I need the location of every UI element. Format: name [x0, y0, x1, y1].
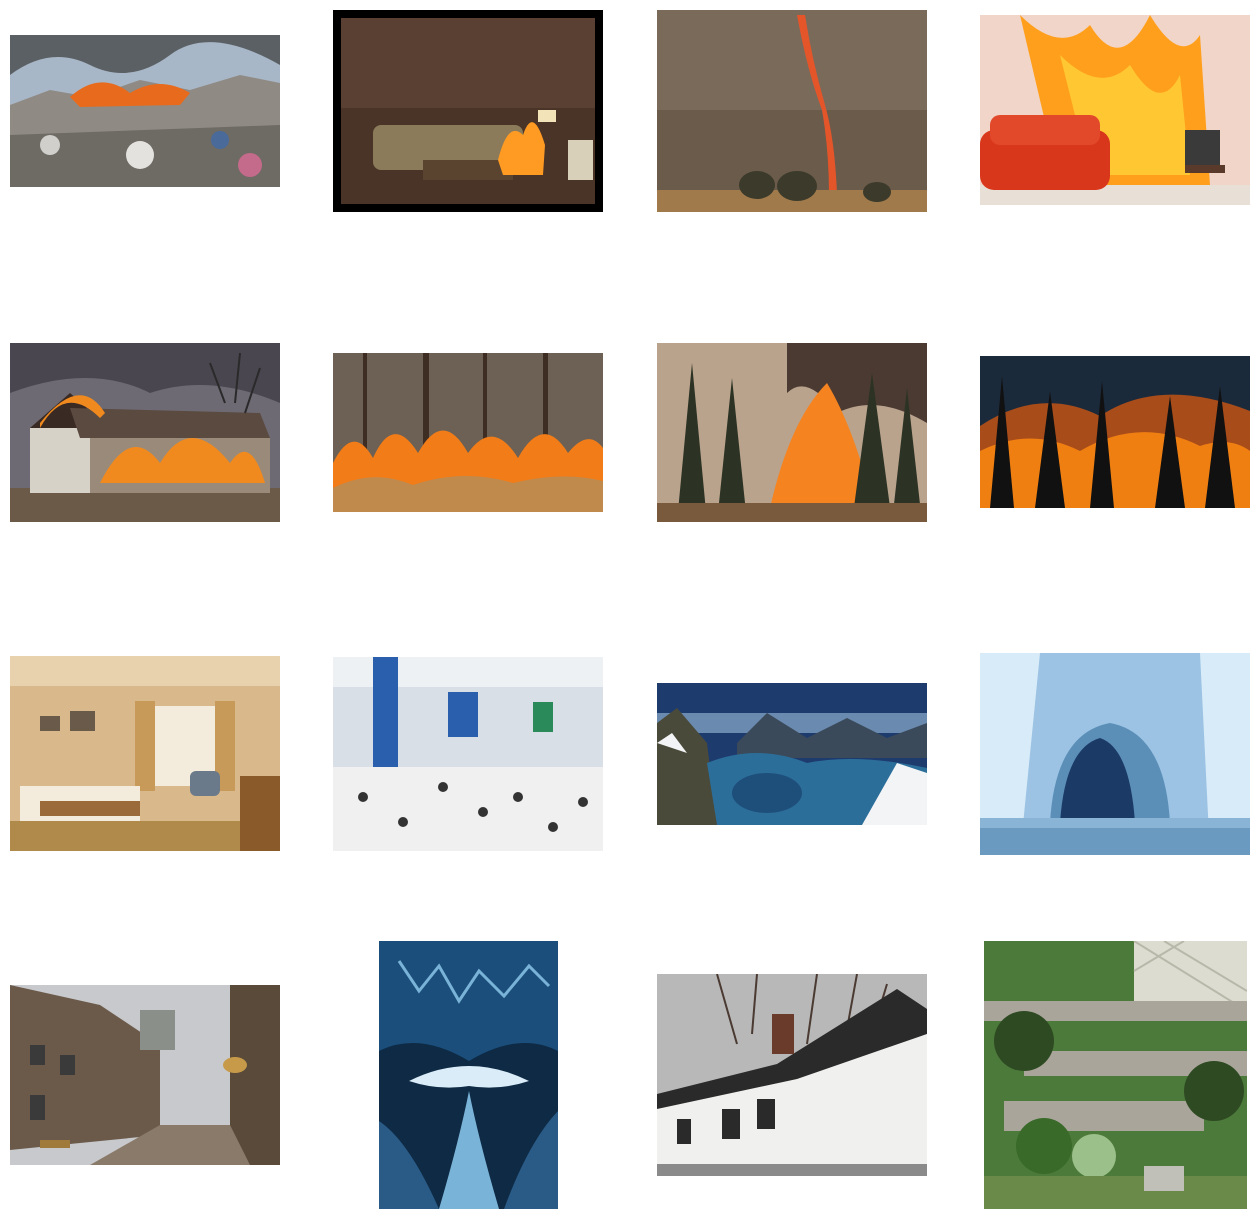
image-living-room-sofa-fire — [333, 10, 603, 212]
image-burning-wooden-house — [10, 343, 280, 522]
image-airport-terminal-crowd — [333, 657, 603, 851]
image-glacier-ice-cave — [980, 653, 1250, 855]
image-hotel-bedroom — [10, 656, 280, 851]
image-fjord-mountain-landscape — [657, 683, 927, 825]
image-white-house-bare-trees — [657, 974, 927, 1176]
image-fire-tornado-savanna — [657, 10, 927, 212]
image-pine-forest-fire — [657, 343, 927, 522]
image-red-sofa-christmas-tree-fire — [980, 15, 1250, 205]
image-terraced-stone-garden — [984, 941, 1247, 1209]
image-forest-floor-fire — [333, 353, 603, 512]
image-burning-garbage-dump — [10, 35, 280, 187]
image-old-town-cobblestone-street — [10, 985, 280, 1165]
image-forest-fire-silhouette-trees — [980, 356, 1250, 508]
image-blue-ice-cave-stream — [379, 941, 558, 1209]
